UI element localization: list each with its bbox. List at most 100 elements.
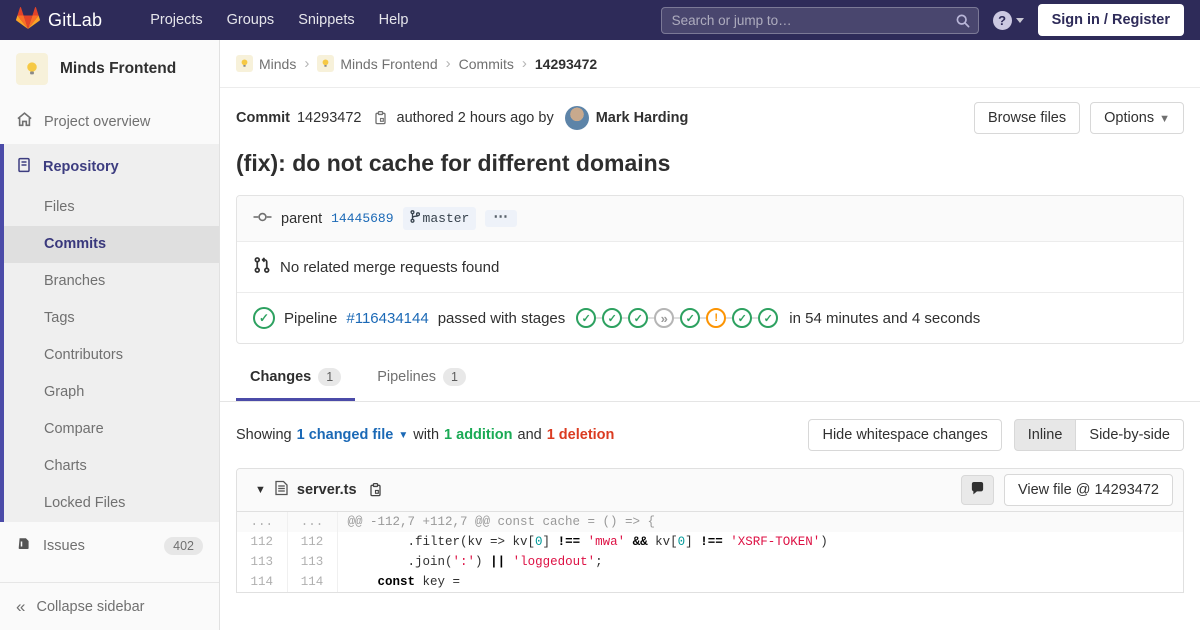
new-line-number[interactable]: 112 <box>287 532 338 552</box>
parent-sha-link[interactable]: 14445689 <box>331 211 393 226</box>
parent-label: parent <box>281 210 323 227</box>
collapse-sidebar-button[interactable]: « Collapse sidebar <box>0 582 219 630</box>
breadcrumb-minds-frontend[interactable]: Minds Frontend <box>317 55 438 72</box>
sidebar-item-project-overview[interactable]: Project overview <box>0 99 219 144</box>
commit-header: Commit 14293472 authored 2 hours ago by … <box>220 88 1200 144</box>
main-nav: Projects Groups Snippets Help <box>140 6 418 34</box>
breadcrumb-separator: › <box>445 55 451 72</box>
breadcrumb-commits[interactable]: Commits <box>459 56 514 72</box>
new-line-number[interactable]: 114 <box>287 572 338 592</box>
stage-icon[interactable] <box>680 308 701 328</box>
stage-icon[interactable] <box>654 308 675 328</box>
search-input[interactable] <box>660 6 979 34</box>
no-merge-requests-text: No related merge requests found <box>280 258 500 276</box>
changed-files-dropdown[interactable]: 1 changed file <box>297 427 394 443</box>
project-name: Minds Frontend <box>60 60 177 77</box>
sidebar-item-branches[interactable]: Branches <box>4 263 219 300</box>
diff-file-name[interactable]: server.ts <box>297 482 357 498</box>
pipeline-row: Pipeline #116434144 passed with stages i… <box>237 292 1183 343</box>
collapse-label: Collapse sidebar <box>36 598 145 615</box>
group-avatar <box>236 55 253 72</box>
sidebar-item-commits[interactable]: Commits <box>4 226 219 263</box>
browse-files-button[interactable]: Browse files <box>973 102 1081 134</box>
pipeline-status-icon[interactable] <box>253 307 275 329</box>
sidebar-item-repository[interactable]: Repository <box>4 144 219 189</box>
side-by-side-view-button[interactable]: Side-by-side <box>1076 419 1184 451</box>
commit-icon <box>253 209 272 229</box>
issues-icon <box>16 536 32 556</box>
inline-view-button[interactable]: Inline <box>1013 419 1077 451</box>
collapse-diff-icon[interactable]: ▼ <box>255 484 266 496</box>
commit-info-box: parent 14445689 master ⋯ No related merg… <box>236 195 1184 344</box>
sidebar-item-label: Repository <box>43 158 119 175</box>
expand-refs-button[interactable]: ⋯ <box>485 210 517 227</box>
merge-request-icon <box>253 256 271 278</box>
diff-file-header: ▼ server.ts View file @ 14293472 <box>237 469 1183 512</box>
home-icon <box>16 111 33 132</box>
sidebar-item-graph[interactable]: Graph <box>4 374 219 411</box>
help-dropdown[interactable]: ? <box>992 10 1024 30</box>
nav-groups[interactable]: Groups <box>217 6 285 34</box>
stage-icon[interactable] <box>758 308 779 328</box>
old-line-number[interactable]: 114 <box>237 572 288 592</box>
authored-text: authored 2 hours ago by <box>396 110 554 126</box>
pipeline-stages <box>576 308 779 328</box>
diff-code-cell: @@ -112,7 +112,7 @@ const cache = () => … <box>337 512 1183 532</box>
main-content: Minds › Minds Frontend › Commits › 14293… <box>220 40 1200 630</box>
diff-table: ...... @@ -112,7 +112,7 @@ const cache = … <box>237 512 1183 592</box>
old-line-number[interactable]: 112 <box>237 532 288 552</box>
author-name[interactable]: Mark Harding <box>596 110 689 126</box>
gitlab-logo[interactable]: GitLab <box>16 6 102 35</box>
author-avatar[interactable] <box>564 106 589 130</box>
nav-snippets[interactable]: Snippets <box>288 6 364 34</box>
nav-projects[interactable]: Projects <box>140 6 212 34</box>
tab-pipelines[interactable]: Pipelines 1 <box>363 358 480 401</box>
sign-in-button[interactable]: Sign in / Register <box>1037 4 1184 36</box>
diff-code-cell: const key = <box>377 575 461 589</box>
breadcrumb-separator: › <box>304 55 310 72</box>
changes-count-badge: 1 <box>318 368 342 386</box>
copy-sha-button[interactable] <box>371 108 390 128</box>
stage-icon[interactable] <box>732 308 753 328</box>
pipeline-id-link[interactable]: #116434144 <box>346 310 428 327</box>
commit-title: (fix): do not cache for different domain… <box>236 150 671 176</box>
stage-icon[interactable] <box>628 308 649 328</box>
logo-text: GitLab <box>48 9 103 30</box>
search-box <box>660 6 979 34</box>
sidebar-item-locked-files[interactable]: Locked Files <box>4 485 219 522</box>
repository-section: Repository Files Commits Branches Tags C… <box>0 144 219 522</box>
nav-help[interactable]: Help <box>369 6 419 34</box>
diff-line: 113 113 .join(':') || 'loggedout'; <box>237 552 1183 572</box>
pipelines-count-badge: 1 <box>443 368 466 386</box>
sidebar-item-tags[interactable]: Tags <box>4 300 219 337</box>
search-icon[interactable] <box>955 13 971 34</box>
toggle-comments-button[interactable] <box>960 475 994 505</box>
chevron-down-icon <box>1015 17 1024 23</box>
hide-whitespace-button[interactable]: Hide whitespace changes <box>808 419 1002 451</box>
options-dropdown-button[interactable]: Options ▼ <box>1090 102 1184 134</box>
commit-label: Commit <box>236 110 290 126</box>
project-context-header[interactable]: Minds Frontend <box>0 40 219 99</box>
copy-file-path-button[interactable] <box>366 480 385 500</box>
sidebar-item-charts[interactable]: Charts <box>4 448 219 485</box>
sidebar-item-contributors[interactable]: Contributors <box>4 337 219 374</box>
breadcrumb-minds[interactable]: Minds <box>236 55 296 72</box>
gitlab-tanuki-icon <box>16 6 40 35</box>
sidebar-item-label: Project overview <box>44 113 151 130</box>
sidebar-item-files[interactable]: Files <box>4 189 219 226</box>
branch-icon <box>409 210 420 227</box>
old-line-number[interactable]: 113 <box>237 552 288 572</box>
stage-icon[interactable] <box>706 308 727 328</box>
pipeline-label: Pipeline <box>284 309 338 327</box>
new-line-number[interactable]: 113 <box>287 552 338 572</box>
view-file-button[interactable]: View file @ 14293472 <box>1003 474 1173 506</box>
branch-badge[interactable]: master <box>402 207 477 230</box>
stage-icon[interactable] <box>576 308 597 328</box>
stage-icon[interactable] <box>602 308 623 328</box>
commit-sha: 14293472 <box>296 110 362 126</box>
sidebar-item-issues[interactable]: Issues 402 <box>0 522 219 570</box>
tab-changes[interactable]: Changes 1 <box>236 358 356 401</box>
sidebar-item-compare[interactable]: Compare <box>4 411 219 448</box>
additions-count: 1 addition <box>444 427 513 443</box>
